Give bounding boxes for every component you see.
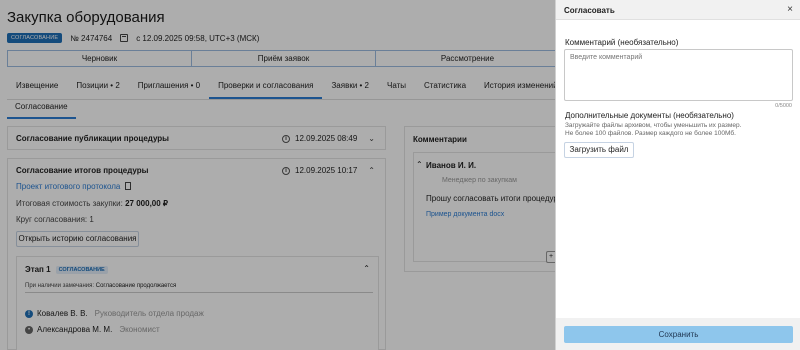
procurement-page: Закупка оборудования СОГЛАСОВАНИЕ № 2474… (0, 0, 800, 350)
upload-file-button[interactable]: Загрузить файл (564, 142, 634, 158)
modal-backdrop[interactable] (0, 0, 555, 350)
documents-hint-line: Не более 100 файлов. Размер каждого не б… (565, 130, 736, 137)
approve-side-panel: Согласовать × Комментарий (необязательно… (555, 0, 800, 350)
comment-counter: 0/5000 (775, 103, 792, 109)
panel-header: Согласовать × (556, 0, 800, 20)
documents-hint-line: Загружайте файлы архивом, чтобы уменьшит… (565, 122, 742, 129)
documents-label: Дополнительные документы (необязательно) (565, 111, 734, 120)
comment-label: Комментарий (необязательно) (565, 38, 679, 47)
close-icon[interactable]: × (787, 4, 793, 15)
documents-hint: Загружайте файлы архивом, чтобы уменьшит… (565, 122, 741, 138)
comment-input[interactable] (564, 49, 793, 101)
save-button[interactable]: Сохранить (564, 326, 793, 343)
panel-title: Согласовать (564, 6, 615, 15)
